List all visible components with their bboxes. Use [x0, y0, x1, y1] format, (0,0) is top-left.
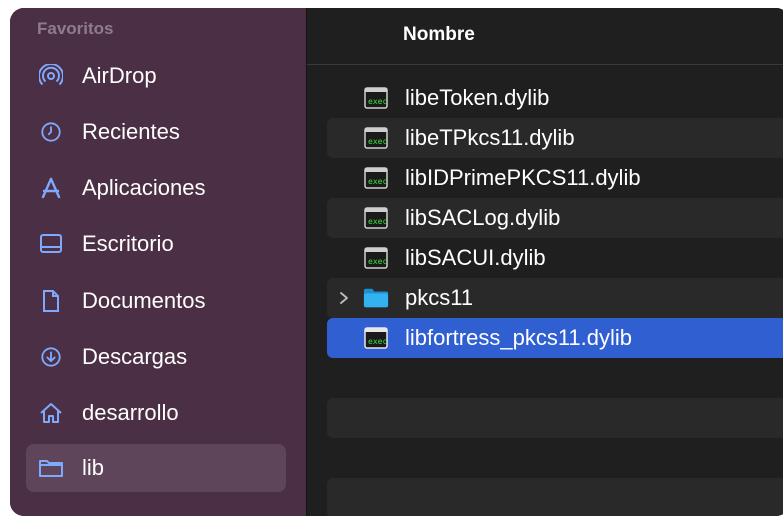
svg-text:exec: exec — [368, 177, 387, 186]
svg-text:exec: exec — [368, 217, 387, 226]
file-name: libfortress_pkcs11.dylib — [405, 325, 633, 350]
sidebar-item-label: lib — [82, 455, 105, 480]
executable-icon: exec — [363, 326, 389, 350]
file-name: pkcs11 — [405, 285, 474, 310]
sidebar-item-airdrop[interactable]: AirDrop — [26, 52, 286, 100]
sidebar-item-documentos[interactable]: Documentos — [26, 277, 286, 325]
file-name: libSACLog.dylib — [405, 205, 561, 230]
file-name: libeTPkcs11.dylib — [405, 125, 575, 150]
desktop-icon — [38, 231, 64, 257]
executable-icon: exec — [363, 246, 389, 270]
sidebar-item-label: AirDrop — [82, 63, 157, 88]
sidebar: Favoritos AirDrop Recientes Aplicaciones… — [10, 8, 306, 516]
file-name: libIDPrimePKCS11.dylib — [405, 165, 641, 190]
clock-icon — [38, 119, 64, 145]
svg-text:exec: exec — [368, 257, 387, 266]
sidebar-item-label: Documentos — [82, 288, 206, 313]
file-row[interactable]: exec libSACLog.dylib — [327, 198, 783, 238]
folder-icon — [363, 286, 389, 310]
sidebar-item-aplicaciones[interactable]: Aplicaciones — [26, 164, 286, 212]
disclosure-triangle-icon[interactable] — [337, 291, 351, 305]
sidebar-item-recientes[interactable]: Recientes — [26, 108, 286, 156]
folder-row-pkcs11[interactable]: pkcs11 — [327, 278, 783, 318]
sidebar-item-lib[interactable]: lib — [26, 444, 286, 492]
folder-icon — [38, 455, 64, 481]
airdrop-icon — [38, 63, 64, 89]
sidebar-item-label: Escritorio — [82, 231, 174, 256]
executable-icon: exec — [363, 86, 389, 110]
sidebar-heading: Favoritos — [37, 19, 114, 38]
download-icon — [38, 344, 64, 370]
svg-text:exec: exec — [368, 137, 387, 146]
empty-row — [327, 438, 783, 478]
executable-icon: exec — [363, 126, 389, 150]
document-icon — [38, 288, 64, 314]
file-row-selected[interactable]: exec libfortress_pkcs11.dylib — [327, 318, 783, 358]
executable-icon: exec — [363, 206, 389, 230]
empty-row — [327, 478, 783, 516]
file-row[interactable]: exec libeToken.dylib — [327, 78, 783, 118]
empty-row — [327, 398, 783, 438]
sidebar-item-label: desarrollo — [82, 400, 179, 425]
sidebar-item-escritorio[interactable]: Escritorio — [26, 220, 286, 268]
executable-icon: exec — [363, 166, 389, 190]
sidebar-item-descargas[interactable]: Descargas — [26, 333, 286, 381]
sidebar-item-label: Aplicaciones — [82, 175, 206, 200]
file-row[interactable]: exec libIDPrimePKCS11.dylib — [327, 158, 783, 198]
svg-text:exec: exec — [368, 337, 387, 346]
header-separator — [307, 64, 783, 65]
file-name: libSACUI.dylib — [405, 245, 546, 270]
file-row[interactable]: exec libSACUI.dylib — [327, 238, 783, 278]
home-icon — [38, 400, 64, 426]
sidebar-item-desarrollo[interactable]: desarrollo — [26, 389, 286, 437]
empty-row — [327, 358, 783, 398]
sidebar-item-label: Descargas — [82, 344, 188, 369]
column-header-name[interactable]: Nombre — [403, 24, 475, 46]
finder-window: Favoritos AirDrop Recientes Aplicaciones… — [10, 8, 783, 516]
file-list: Nombre exec libeToken.dylib exec libeTPk… — [307, 8, 783, 516]
svg-text:exec: exec — [368, 97, 387, 106]
applications-icon — [38, 175, 64, 201]
sidebar-item-label: Recientes — [82, 119, 180, 144]
file-name: libeToken.dylib — [405, 85, 550, 110]
file-row[interactable]: exec libeTPkcs11.dylib — [327, 118, 783, 158]
